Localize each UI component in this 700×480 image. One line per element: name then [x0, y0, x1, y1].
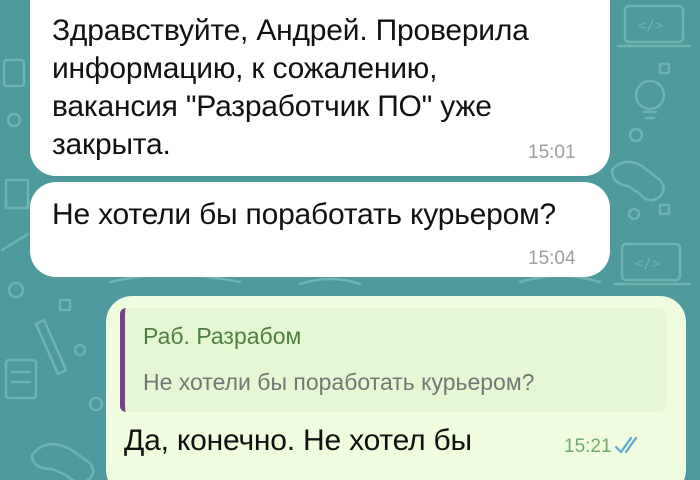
svg-text:</>: </> — [638, 18, 663, 34]
double-check-icon — [614, 436, 638, 454]
message-timestamp: 15:04 — [528, 248, 576, 269]
message-text-line: Не хотели бы поработать курьером? — [52, 198, 556, 231]
incoming-message-bubble[interactable]: Здравствуйте, Андрей. Проверила информац… — [30, 0, 610, 176]
message-timestamp: 15:01 — [528, 142, 576, 163]
outgoing-message-bubble[interactable]: Раб. Разрабом Не хотели бы поработать ку… — [106, 296, 686, 480]
incoming-message-bubble[interactable]: Не хотели бы поработать курьером? 15:04 — [30, 182, 610, 277]
message-timestamp: 15:21 — [564, 436, 612, 457]
reply-text: Не хотели бы поработать курьером? — [143, 369, 535, 395]
message-text-line: Здравствуйте, Андрей. Проверила — [52, 14, 529, 47]
chat-window: </> </> Здравствуйте, Андрей. Проверила … — [0, 0, 700, 480]
reply-quote[interactable]: Раб. Разрабом Не хотели бы поработать ку… — [120, 308, 666, 412]
svg-text:</>: </> — [635, 256, 660, 272]
message-text-line: информацию, к сожалению, — [52, 52, 438, 85]
message-text-line: Да, конечно. Не хотел бы — [124, 424, 472, 457]
message-text-line: закрыта. — [52, 128, 171, 161]
reply-author: Раб. Разрабом — [143, 323, 302, 349]
message-text-line: вакансия "Разработчик ПО" уже — [52, 90, 492, 123]
